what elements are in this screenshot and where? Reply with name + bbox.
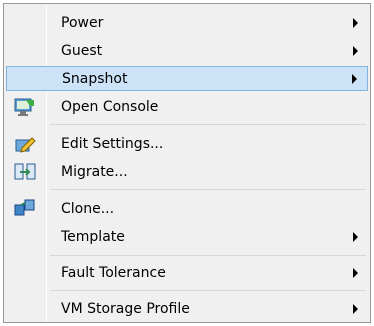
menu-separator: [50, 124, 366, 125]
menu-item-power[interactable]: Power: [6, 10, 368, 35]
menu-item-migrate[interactable]: Migrate...: [6, 159, 368, 184]
menu-separator: [50, 189, 366, 190]
menu-item-snapshot[interactable]: Snapshot: [6, 66, 368, 91]
menu-separator: [50, 255, 366, 256]
menu-item-guest[interactable]: Guest: [6, 38, 368, 63]
menu-item-template[interactable]: Template: [6, 224, 368, 249]
menu-item-label: Migrate...: [61, 163, 128, 180]
menu-separator: [50, 290, 366, 291]
menu-item-label: Power: [61, 14, 104, 31]
menu-item-label: Edit Settings...: [61, 135, 164, 152]
menu-item-label: Template: [61, 228, 125, 245]
menu-item-clone[interactable]: Clone...: [6, 196, 368, 221]
submenu-arrow-icon: [353, 45, 358, 56]
menu-item-label: VM Storage Profile: [61, 300, 190, 317]
menu-item-label: Snapshot: [62, 70, 128, 87]
clone-icon: [14, 199, 35, 215]
submenu-arrow-icon: [352, 73, 357, 84]
edit-settings-icon: [15, 136, 36, 153]
submenu-arrow-icon: [353, 303, 358, 314]
console-icon: [14, 98, 34, 116]
menu-item-open-console[interactable]: Open Console: [6, 94, 368, 119]
menu-item-edit-settings[interactable]: Edit Settings...: [6, 131, 368, 156]
menu-item-fault-tolerance[interactable]: Fault Tolerance: [6, 260, 368, 285]
context-menu: Power Guest Snapshot Open Console Edit S…: [3, 3, 371, 323]
migrate-icon: [14, 163, 36, 179]
submenu-arrow-icon: [353, 17, 358, 28]
menu-item-label: Clone...: [61, 200, 115, 217]
menu-item-label: Fault Tolerance: [61, 264, 166, 281]
submenu-arrow-icon: [353, 267, 358, 278]
submenu-arrow-icon: [353, 231, 358, 242]
menu-item-label: Guest: [61, 42, 103, 59]
menu-item-label: Open Console: [61, 98, 159, 115]
menu-item-vm-storage-profile[interactable]: VM Storage Profile: [6, 296, 368, 321]
